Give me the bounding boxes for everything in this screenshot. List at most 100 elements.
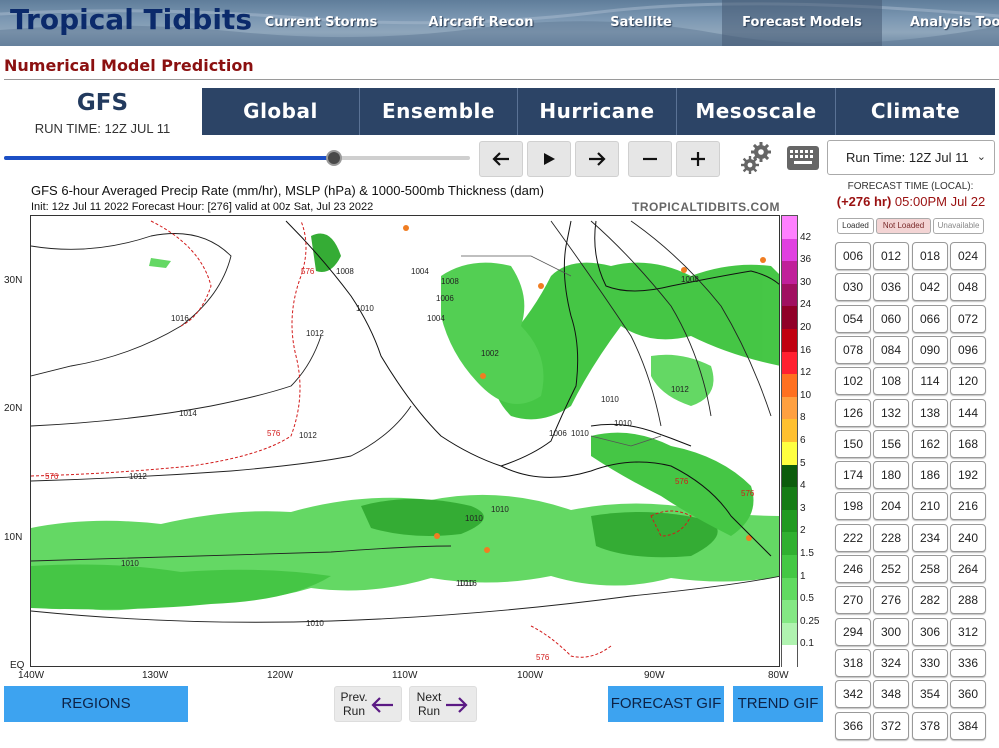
forecast-hour-button[interactable]: 180 (873, 461, 909, 490)
tab-climate[interactable]: Climate (836, 88, 995, 135)
next-run-button[interactable]: Next Run (409, 686, 477, 722)
prev-run-button[interactable]: Prev. Run (334, 686, 402, 722)
forecast-hour-button[interactable]: 198 (835, 492, 871, 521)
play-button[interactable] (527, 141, 571, 177)
forecast-hour-button[interactable]: 054 (835, 304, 871, 333)
forecast-hour-button[interactable]: 078 (835, 335, 871, 364)
colorbar-tick-label: 24 (800, 299, 812, 311)
forecast-hour-button[interactable]: 366 (835, 711, 871, 740)
forecast-hour-button[interactable]: 072 (950, 304, 986, 333)
forecast-hour-button[interactable]: 162 (912, 429, 948, 458)
forecast-hour-slider[interactable] (4, 156, 470, 160)
forecast-hour-button[interactable]: 324 (873, 648, 909, 677)
forecast-hour-button[interactable]: 156 (873, 429, 909, 458)
forecast-hour-button[interactable]: 108 (873, 367, 909, 396)
forecast-hour-button[interactable]: 120 (950, 367, 986, 396)
next-frame-button[interactable] (575, 141, 619, 177)
forecast-hour-button[interactable]: 336 (950, 648, 986, 677)
forecast-hour-button[interactable]: 084 (873, 335, 909, 364)
forecast-hour-button[interactable]: 270 (835, 586, 871, 615)
forecast-hour-button[interactable]: 276 (873, 586, 909, 615)
keyboard-icon[interactable] (787, 146, 819, 170)
forecast-hour-button[interactable]: 222 (835, 523, 871, 552)
status-unavailable: Unavailable (933, 218, 984, 234)
tab-ensemble[interactable]: Ensemble (360, 88, 518, 135)
forecast-hour-button[interactable]: 096 (950, 335, 986, 364)
forecast-hour-button[interactable]: 168 (950, 429, 986, 458)
site-logo[interactable]: Tropical Tidbits (10, 3, 252, 36)
forecast-hour-button[interactable]: 174 (835, 461, 871, 490)
forecast-hour-button[interactable]: 234 (912, 523, 948, 552)
forecast-gif-button[interactable]: FORECAST GIF (608, 686, 724, 722)
forecast-hour-button[interactable]: 372 (873, 711, 909, 740)
forecast-hour-button[interactable]: 330 (912, 648, 948, 677)
forecast-hour-button[interactable]: 240 (950, 523, 986, 552)
forecast-hour-button[interactable]: 150 (835, 429, 871, 458)
forecast-hour-button[interactable]: 012 (873, 242, 909, 270)
regions-button[interactable]: REGIONS (4, 686, 188, 722)
forecast-hour-button[interactable]: 216 (950, 492, 986, 521)
gear-icon[interactable] (739, 140, 775, 176)
forecast-hour-button[interactable]: 114 (912, 367, 948, 396)
run-time-select[interactable]: Run Time: 12Z Jul 11 ⌄ (827, 140, 995, 175)
forecast-hour-button[interactable]: 060 (873, 304, 909, 333)
arrow-left-icon (492, 152, 509, 166)
forecast-hour-button[interactable]: 378 (912, 711, 948, 740)
forecast-hour-button[interactable]: 300 (873, 617, 909, 646)
forecast-hour-button[interactable]: 252 (873, 555, 909, 583)
chevron-down-icon: ⌄ (976, 151, 986, 163)
forecast-hour-button[interactable]: 204 (873, 492, 909, 521)
forecast-hour-button[interactable]: 348 (873, 680, 909, 709)
forecast-hour-button[interactable]: 006 (835, 242, 871, 270)
forecast-hour-button[interactable]: 210 (912, 492, 948, 521)
forecast-hour-button[interactable]: 258 (912, 555, 948, 583)
forecast-hour-button[interactable]: 018 (912, 242, 948, 270)
nav-analysis-tool[interactable]: Analysis Tool (910, 0, 999, 46)
tab-mesoscale[interactable]: Mesoscale (677, 88, 836, 135)
forecast-hour-button[interactable]: 318 (835, 648, 871, 677)
forecast-hour-button[interactable]: 264 (950, 555, 986, 583)
forecast-map[interactable]: 1016 1012 1014 1012 1012 1008 1004 1010 1008 1006… (30, 215, 780, 667)
forecast-hour-button[interactable]: 090 (912, 335, 948, 364)
forecast-hour-button[interactable]: 360 (950, 680, 986, 709)
tab-global[interactable]: Global (202, 88, 360, 135)
trend-gif-button[interactable]: TREND GIF (733, 686, 823, 722)
forecast-hour-button[interactable]: 048 (950, 273, 986, 302)
forecast-hour-button[interactable]: 192 (950, 461, 986, 490)
forecast-hour-button[interactable]: 342 (835, 680, 871, 709)
forecast-hour-button[interactable]: 024 (950, 242, 986, 270)
nav-current-storms[interactable]: Current Storms (262, 0, 380, 46)
colorbar-segment (782, 464, 797, 488)
arrow-right-icon (446, 697, 468, 713)
forecast-hour-button[interactable]: 306 (912, 617, 948, 646)
forecast-hour-button[interactable]: 246 (835, 555, 871, 583)
colorbar-segment (782, 216, 797, 240)
forecast-hour-button[interactable]: 030 (835, 273, 871, 302)
forecast-hour-button[interactable]: 312 (950, 617, 986, 646)
forecast-hour-button[interactable]: 126 (835, 398, 871, 427)
forecast-hour-button[interactable]: 036 (873, 273, 909, 302)
nav-forecast-models[interactable]: Forecast Models (738, 0, 866, 46)
slider-handle[interactable] (325, 150, 342, 166)
forecast-hour-button[interactable]: 138 (912, 398, 948, 427)
forecast-hour-button[interactable]: 132 (873, 398, 909, 427)
nav-aircraft-recon[interactable]: Aircraft Recon (420, 0, 542, 46)
forecast-hour-button[interactable]: 354 (912, 680, 948, 709)
forecast-hour-button[interactable]: 066 (912, 304, 948, 333)
forecast-hour-button[interactable]: 102 (835, 367, 871, 396)
forecast-hour-button[interactable]: 042 (912, 273, 948, 302)
forecast-hour-button[interactable]: 228 (873, 523, 909, 552)
nav-satellite-imagery[interactable]: Satellite Imagery (578, 0, 704, 46)
forecast-hour-button[interactable]: 282 (912, 586, 948, 615)
forecast-hour-button[interactable]: 294 (835, 617, 871, 646)
arrow-left-icon (371, 697, 393, 713)
zoom-out-button[interactable] (628, 141, 672, 177)
forecast-hour-button[interactable]: 186 (912, 461, 948, 490)
logo-text: Tropical Tidbits (10, 3, 252, 36)
forecast-hour-button[interactable]: 384 (950, 711, 986, 740)
zoom-in-button[interactable] (676, 141, 720, 177)
prev-frame-button[interactable] (479, 141, 523, 177)
forecast-hour-button[interactable]: 288 (950, 586, 986, 615)
forecast-hour-button[interactable]: 144 (950, 398, 986, 427)
tab-hurricane[interactable]: Hurricane (518, 88, 677, 135)
